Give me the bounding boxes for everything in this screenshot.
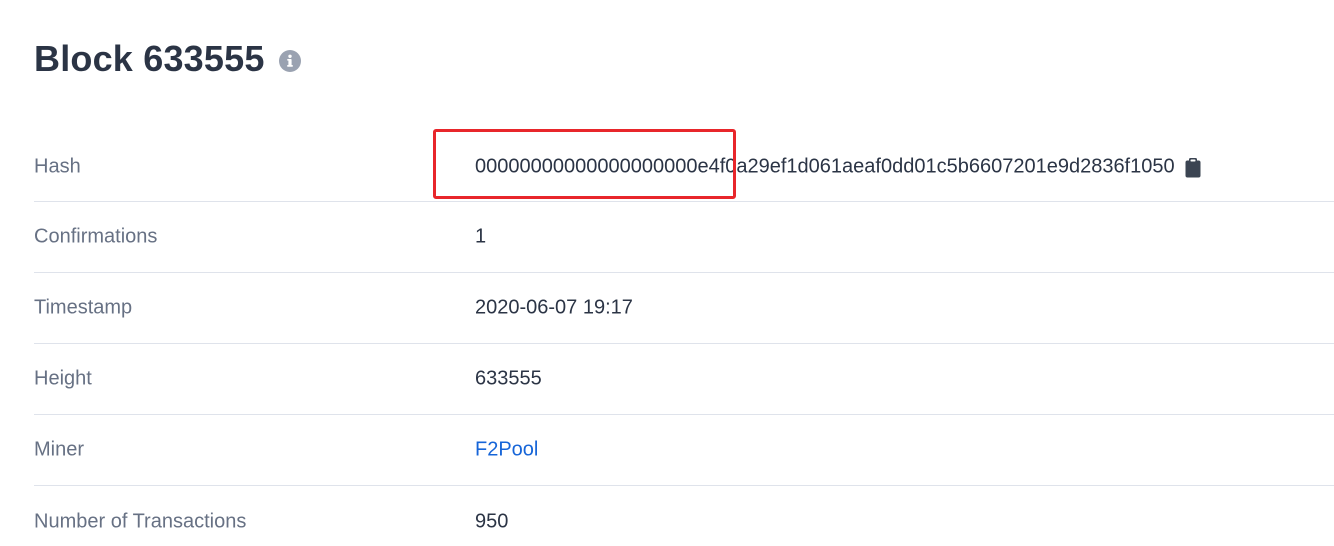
hash-value: 00000000000000000000e4f0a29ef1d061aeaf0d… [475,155,1175,178]
confirmations-label: Confirmations [34,225,158,248]
page-header: Block 633555 [34,38,301,80]
miner-row: Miner F2Pool [34,415,1334,486]
confirmations-value: 1 [475,225,487,248]
hash-value-container: 00000000000000000000e4f0a29ef1d061aeaf0d… [475,156,1201,179]
timestamp-value: 2020-06-07 19:17 [475,296,633,319]
info-icon[interactable] [278,50,301,72]
height-row: Height 633555 [34,344,1334,415]
timestamp-row: Timestamp 2020-06-07 19:17 [34,273,1334,344]
miner-label: Miner [34,438,85,461]
num-transactions-value: 950 [475,510,509,532]
clipboard-icon[interactable] [1185,157,1201,177]
height-value: 633555 [475,367,542,390]
miner-value-container: F2Pool [475,439,538,462]
hash-label: Hash [34,155,81,178]
num-transactions-label: Number of Transactions [34,510,247,532]
hash-row: Hash 00000000000000000000e4f0a29ef1d061a… [34,132,1334,202]
page-title: Block 633555 [34,38,265,79]
miner-link[interactable]: F2Pool [475,439,538,462]
height-label: Height [34,367,92,390]
num-transactions-row: Number of Transactions 950 [34,486,1334,546]
confirmations-row: Confirmations 1 [34,202,1334,273]
block-details-table: Hash 00000000000000000000e4f0a29ef1d061a… [34,132,1334,546]
timestamp-label: Timestamp [34,296,133,319]
